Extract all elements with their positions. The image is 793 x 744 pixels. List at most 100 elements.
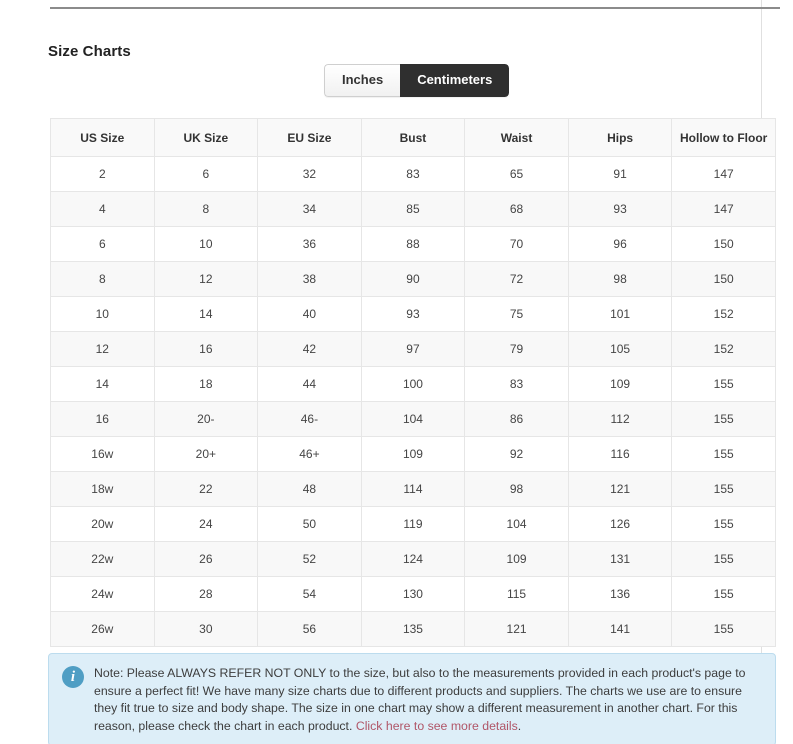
table-cell: 155: [671, 436, 776, 472]
table-cell: 46+: [257, 436, 362, 472]
table-cell: 130: [360, 576, 466, 612]
table-cell: 112: [567, 401, 673, 437]
table-cell: 48: [257, 471, 362, 507]
table-cell: 22: [153, 471, 259, 507]
table-row: 10 14 40 93 75 101 152: [50, 296, 776, 332]
table-cell: 147: [671, 191, 776, 227]
more-details-link[interactable]: Click here to see more details: [356, 719, 518, 733]
table-cell: 91: [567, 156, 673, 192]
note-text: Note: Please ALWAYS REFER NOT ONLY to th…: [94, 665, 761, 735]
table-row: 4 8 34 85 68 93 147: [50, 191, 776, 227]
table-cell: 96: [567, 226, 673, 262]
table-cell: 38: [257, 261, 362, 297]
table-cell: 86: [464, 401, 569, 437]
table-cell: 131: [567, 541, 673, 577]
table-cell: 150: [671, 226, 776, 262]
table-cell: 16w: [50, 436, 155, 472]
table-column-header: Waist: [464, 118, 569, 157]
table-cell: 6: [153, 156, 259, 192]
table-cell: 32: [257, 156, 362, 192]
table-row: 16 20- 46- 104 86 112 155: [50, 401, 776, 437]
table-cell: 40: [257, 296, 362, 332]
table-cell: 46-: [257, 401, 362, 437]
table-cell: 97: [360, 331, 466, 367]
table-column-header: Hollow to Floor: [671, 118, 776, 157]
unit-toggle-inches[interactable]: Inches: [324, 64, 401, 98]
table-row: 6 10 36 88 70 96 150: [50, 226, 776, 262]
table-cell: 90: [360, 261, 466, 297]
table-cell: 136: [567, 576, 673, 612]
table-cell: 100: [360, 366, 466, 402]
table-cell: 2: [50, 156, 155, 192]
table-cell: 98: [567, 261, 673, 297]
table-cell: 28: [153, 576, 259, 612]
table-cell: 83: [464, 366, 569, 402]
table-row: 22w 26 52 124 109 131 155: [50, 541, 776, 577]
table-cell: 65: [464, 156, 569, 192]
size-chart-table: US Size UK Size EU Size Bust Waist Hips Hollow…: [50, 118, 776, 647]
table-cell: 8: [153, 191, 259, 227]
info-icon: i: [62, 666, 84, 688]
table-cell: 155: [671, 471, 776, 507]
table-cell: 75: [464, 296, 569, 332]
table-cell: 116: [567, 436, 673, 472]
table-cell: 22w: [50, 541, 155, 577]
table-cell: 42: [257, 331, 362, 367]
table-cell: 104: [464, 506, 569, 542]
page-title: Size Charts: [48, 43, 131, 61]
table-cell: 26: [153, 541, 259, 577]
note-callout: i Note: Please ALWAYS REFER NOT ONLY to …: [48, 653, 776, 744]
table-cell: 155: [671, 541, 776, 577]
table-cell: 6: [50, 226, 155, 262]
table-cell: 72: [464, 261, 569, 297]
table-row: 12 16 42 97 79 105 152: [50, 331, 776, 367]
table-cell: 20w: [50, 506, 155, 542]
table-cell: 18: [153, 366, 259, 402]
table-cell: 44: [257, 366, 362, 402]
table-column-header: Hips: [567, 118, 673, 157]
table-cell: 93: [360, 296, 466, 332]
unit-toggle-centimeters[interactable]: Centimeters: [400, 64, 510, 98]
table-cell: 34: [257, 191, 362, 227]
table-cell: 109: [567, 366, 673, 402]
table-row: 8 12 38 90 72 98 150: [50, 261, 776, 297]
table-header-row: US Size UK Size EU Size Bust Waist Hips Hollow…: [50, 118, 776, 157]
table-header: US Size UK Size EU Size Bust Waist Hips Hollow…: [50, 118, 776, 157]
top-divider: [50, 7, 780, 9]
table-cell: 79: [464, 331, 569, 367]
table-row: 24w 28 54 130 115 136 155: [50, 576, 776, 612]
table-row: 16w 20+ 46+ 109 92 116 155: [50, 436, 776, 472]
table-cell: 119: [360, 506, 466, 542]
table-cell: 155: [671, 506, 776, 542]
table-cell: 115: [464, 576, 569, 612]
table-column-header: Bust: [360, 118, 466, 157]
table-cell: 152: [671, 296, 776, 332]
table-cell: 124: [360, 541, 466, 577]
table-cell: 20+: [153, 436, 259, 472]
table-cell: 24w: [50, 576, 155, 612]
table-cell: 98: [464, 471, 569, 507]
table-column-header: US Size: [50, 118, 155, 157]
table-cell: 30: [153, 611, 259, 647]
table-column-header: EU Size: [257, 118, 362, 157]
table-cell: 36: [257, 226, 362, 262]
table-cell: 14: [153, 296, 259, 332]
table-cell: 155: [671, 576, 776, 612]
table-row: 14 18 44 100 83 109 155: [50, 366, 776, 402]
table-cell: 155: [671, 366, 776, 402]
table-cell: 85: [360, 191, 466, 227]
table-cell: 109: [464, 541, 569, 577]
table-cell: 8: [50, 261, 155, 297]
table-cell: 16: [153, 331, 259, 367]
table-cell: 68: [464, 191, 569, 227]
unit-toggle-group[interactable]: Inches Centimeters: [324, 64, 510, 98]
table-cell: 121: [464, 611, 569, 647]
table-cell: 56: [257, 611, 362, 647]
size-chart-page: Size Charts Inches Centimeters US Size UK…: [0, 0, 793, 744]
table-row: 20w 24 50 119 104 126 155: [50, 506, 776, 542]
table-cell: 18w: [50, 471, 155, 507]
table-cell: 12: [153, 261, 259, 297]
table-cell: 88: [360, 226, 466, 262]
table-cell: 26w: [50, 611, 155, 647]
table-cell: 126: [567, 506, 673, 542]
